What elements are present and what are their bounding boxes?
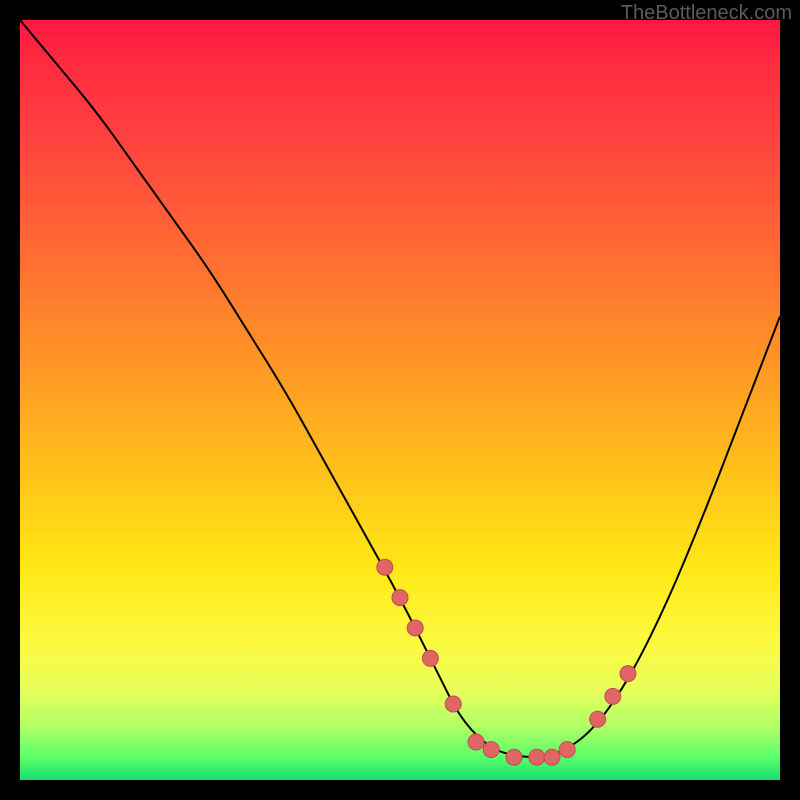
plot-area bbox=[20, 20, 780, 780]
chart-svg bbox=[20, 20, 780, 780]
data-marker bbox=[377, 559, 393, 575]
data-marker bbox=[544, 749, 560, 765]
data-marker bbox=[620, 666, 636, 682]
data-marker bbox=[483, 742, 499, 758]
bottleneck-curve bbox=[20, 20, 780, 757]
data-marker bbox=[422, 650, 438, 666]
data-marker bbox=[392, 590, 408, 606]
data-marker bbox=[506, 749, 522, 765]
data-markers bbox=[377, 559, 636, 765]
data-marker bbox=[445, 696, 461, 712]
data-marker bbox=[529, 749, 545, 765]
data-marker bbox=[605, 688, 621, 704]
data-marker bbox=[468, 734, 484, 750]
data-marker bbox=[590, 711, 606, 727]
data-marker bbox=[559, 742, 575, 758]
data-marker bbox=[407, 620, 423, 636]
watermark-text: TheBottleneck.com bbox=[621, 2, 792, 25]
chart-container: TheBottleneck.com bbox=[0, 0, 800, 800]
